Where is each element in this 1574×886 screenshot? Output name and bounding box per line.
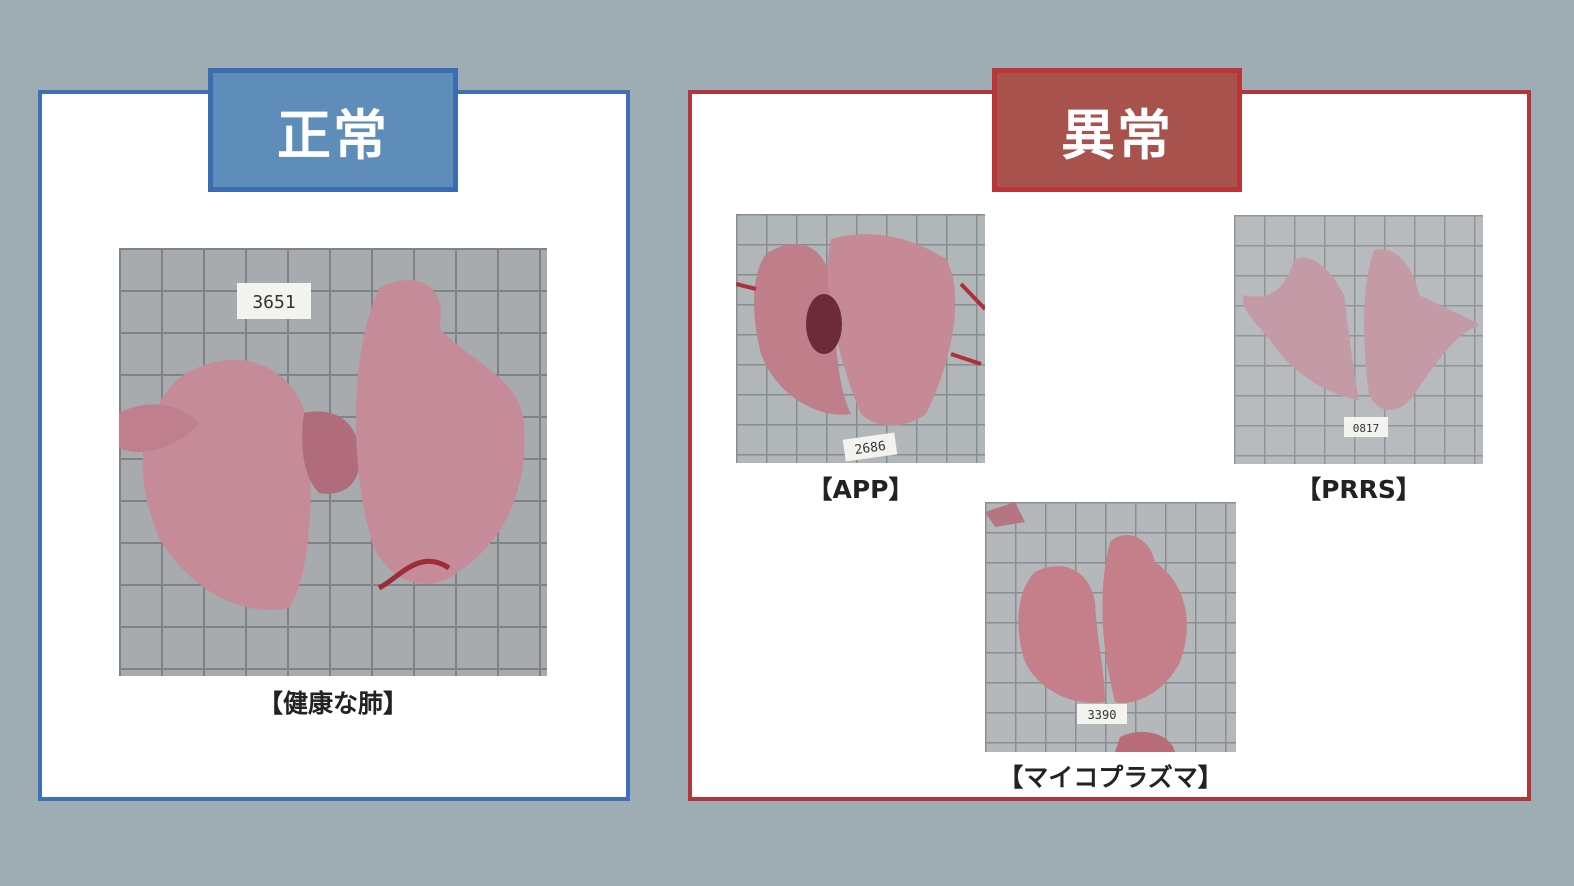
healthy-lung-sample-tag: 3651 (237, 283, 311, 319)
svg-text:3390: 3390 (1088, 708, 1117, 722)
healthy-lung-caption: 【健康な肺】 (257, 689, 408, 718)
prrs-caption: 【PRRS】 (1296, 475, 1421, 504)
mycoplasma-lung-photo: 3390 (985, 502, 1236, 752)
abnormal-heading: 異常 (992, 68, 1242, 192)
svg-text:0817: 0817 (1353, 422, 1380, 435)
svg-text:3651: 3651 (252, 292, 295, 313)
mycoplasma-caption: 【マイコプラズマ】 (998, 763, 1223, 792)
prrs-lung-photo: 0817 (1234, 215, 1483, 464)
prrs-sample-tag: 0817 (1344, 417, 1388, 437)
mycoplasma-sample-tag: 3390 (1077, 704, 1127, 724)
app-caption: 【APP】 (807, 475, 914, 504)
healthy-lung-photo: 3651 (119, 248, 547, 676)
normal-heading: 正常 (208, 68, 458, 192)
app-lung-photo: 2686 (736, 214, 985, 463)
